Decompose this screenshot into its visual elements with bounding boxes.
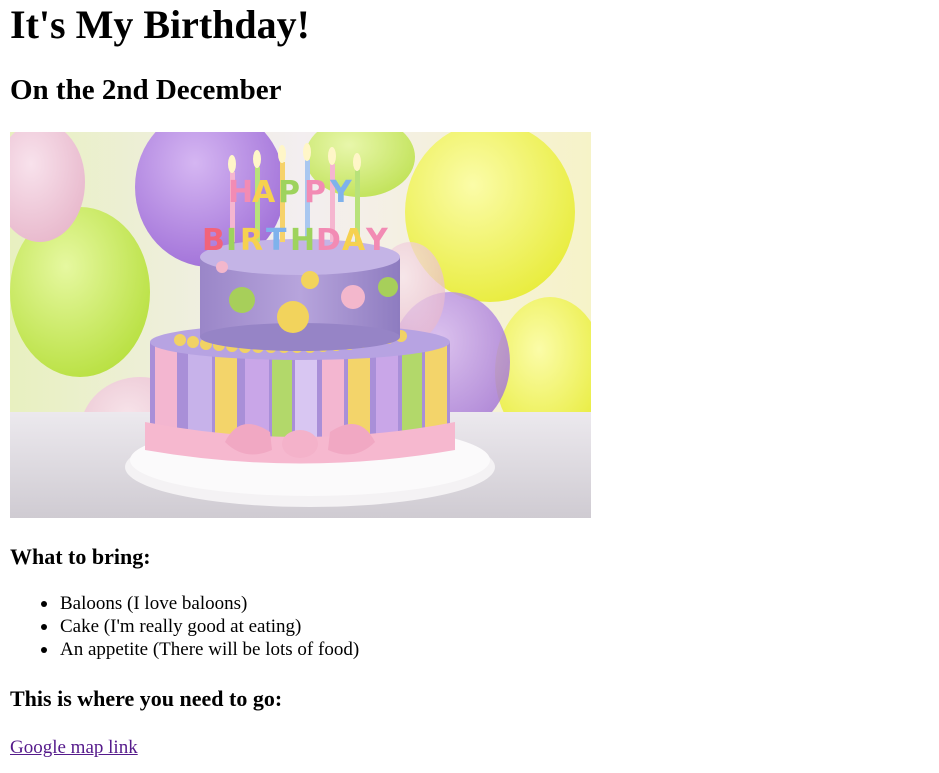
svg-text:I: I <box>226 223 237 258</box>
svg-text:P: P <box>278 175 300 210</box>
bullet-icon <box>41 647 47 653</box>
page-title: It's My Birthday! <box>10 2 310 47</box>
birthday-cake-image: H A P P Y B I R T H D A Y <box>10 132 591 518</box>
svg-text:R: R <box>240 223 263 258</box>
google-map-link[interactable]: Google map link <box>10 736 138 759</box>
svg-text:A: A <box>252 175 276 210</box>
svg-text:H: H <box>228 175 253 210</box>
svg-text:H: H <box>290 223 315 258</box>
list-item-text: An appetite (There will be lots of food) <box>60 639 360 660</box>
svg-text:T: T <box>266 223 287 258</box>
svg-text:Y: Y <box>329 175 353 210</box>
what-to-bring-heading: What to bring: <box>10 544 151 569</box>
directions-heading: This is where you need to go: <box>10 686 283 711</box>
bullet-icon <box>41 624 47 630</box>
svg-text:P: P <box>304 175 326 210</box>
list-item: Baloons (I love baloons) <box>41 592 359 615</box>
page-subtitle: On the 2nd December <box>10 74 282 106</box>
svg-text:A: A <box>342 223 366 258</box>
list-item: Cake (I'm really good at eating) <box>41 615 359 638</box>
list-item-text: Baloons (I love baloons) <box>60 593 248 614</box>
list-item: An appetite (There will be lots of food) <box>41 638 360 661</box>
list-item-text: Cake (I'm really good at eating) <box>60 616 302 637</box>
bring-list: Baloons (I love baloons) Cake (I'm reall… <box>10 592 359 661</box>
svg-text:B: B <box>202 223 225 258</box>
bullet-icon <box>41 601 47 607</box>
svg-text:D: D <box>316 223 341 258</box>
svg-text:Y: Y <box>365 223 389 258</box>
